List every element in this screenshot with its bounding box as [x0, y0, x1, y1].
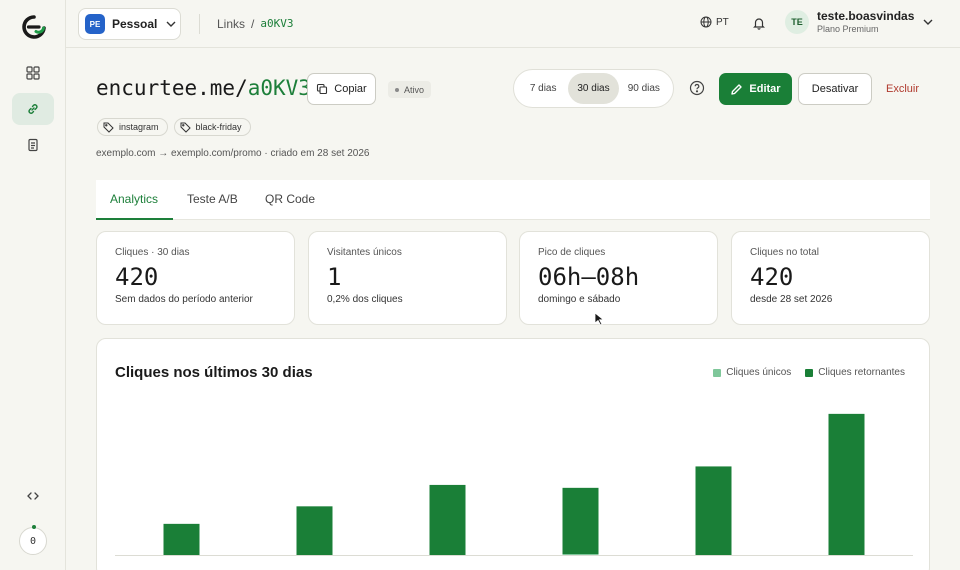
user-menu[interactable]: TE teste.boasvindas Plano Premium	[785, 10, 934, 34]
chevron-down-icon	[166, 21, 176, 27]
breadcrumb-current: a0KV3	[260, 17, 294, 30]
tag-icon	[103, 122, 114, 133]
bar-returning-1[interactable]	[296, 506, 333, 555]
range-option-30-days[interactable]: 30 dias	[568, 73, 619, 104]
sidebar-item-links[interactable]	[12, 93, 54, 125]
bar-returning-0[interactable]	[163, 523, 200, 555]
bar-returning-4[interactable]	[695, 466, 732, 555]
active-tab-indicator	[96, 218, 173, 220]
stat-sub: Sem dados do período anterior	[115, 294, 253, 305]
code-button[interactable]	[12, 480, 54, 512]
workspace-selector[interactable]: PE Pessoal	[78, 8, 181, 40]
mouse-cursor	[594, 312, 606, 331]
bar-unique-3[interactable]	[562, 554, 599, 555]
range-option-7-days[interactable]: 7 dias	[518, 73, 568, 104]
bar-returning-3[interactable]	[562, 487, 599, 555]
stat-label: Cliques no total	[750, 247, 819, 258]
edit-button[interactable]: Editar	[719, 73, 792, 105]
sidebar-item-dashboard[interactable]	[12, 57, 54, 89]
grid-icon	[26, 66, 40, 80]
deactivate-button[interactable]: Desativar	[798, 73, 872, 105]
sidebar-item-documents[interactable]	[12, 129, 54, 161]
copy-icon	[317, 83, 328, 95]
link-meta: exemplo.com → exemplo.com/promo · criado…	[96, 148, 370, 159]
short-link: encurtee.me/a0KV3	[96, 76, 311, 100]
clicks-chart-card: Cliques nos últimos 30 dias Cliques únic…	[96, 338, 930, 570]
bar-returning-5[interactable]	[828, 413, 865, 555]
breadcrumb: Links / a0KV3	[217, 17, 293, 31]
sidebar: 0	[0, 0, 66, 570]
stat-label: Visitantes únicos	[327, 247, 402, 258]
bar-returning-2[interactable]	[429, 484, 466, 555]
tag-black-friday[interactable]: black-friday	[173, 118, 251, 136]
status-dot	[395, 87, 399, 92]
stat-value: 06h–08h	[538, 263, 640, 291]
breadcrumb-links[interactable]: Links	[217, 17, 245, 31]
app-logo[interactable]	[22, 15, 46, 39]
tag-list: instagram black-friday	[97, 118, 251, 136]
range-option-90-days[interactable]: 90 dias	[619, 73, 669, 104]
language-label: PT	[716, 16, 729, 28]
divider	[199, 14, 200, 34]
counter-indicator	[32, 525, 36, 529]
avatar: TE	[785, 10, 809, 34]
date-range-selector: 7 dias 30 dias 90 dias	[513, 69, 674, 108]
tag-instagram[interactable]: instagram	[97, 118, 168, 136]
stat-sub: domingo e sábado	[538, 294, 621, 305]
delete-button[interactable]: Excluir	[886, 83, 919, 95]
status-badge: Ativo	[388, 81, 432, 98]
stat-value: 420	[115, 263, 159, 291]
bar-chart	[115, 413, 913, 556]
copy-button[interactable]: Copiar	[307, 73, 376, 105]
help-button[interactable]	[689, 80, 705, 101]
status-label: Ativo	[404, 84, 425, 95]
language-selector[interactable]: PT	[700, 16, 729, 28]
tab-analytics[interactable]: Analytics	[110, 192, 158, 206]
topbar: PE Pessoal Links / a0KV3 PT TE teste.boa…	[66, 0, 960, 48]
notifications-button[interactable]	[752, 16, 766, 35]
copy-label: Copiar	[334, 83, 367, 95]
counter-value: 0	[29, 535, 37, 547]
stat-card-peak: Pico de cliques 06h–08h domingo e sábado	[519, 231, 718, 325]
pencil-icon	[731, 83, 743, 95]
usage-counter[interactable]: 0	[19, 525, 47, 555]
workspace-avatar: PE	[85, 14, 105, 34]
chevron-down-icon	[923, 19, 933, 25]
stat-sub: 0,2% dos cliques	[327, 294, 403, 305]
stat-label: Pico de cliques	[538, 247, 606, 258]
stat-value: 1	[327, 263, 342, 291]
tag-icon	[180, 122, 191, 133]
tab-qr-code[interactable]: QR Code	[265, 192, 315, 206]
link-icon	[28, 104, 38, 114]
short-link-code: a0KV3	[247, 76, 311, 100]
stat-sub: desde 28 set 2026	[750, 294, 833, 305]
tab-ab-test[interactable]: Teste A/B	[187, 192, 238, 206]
workspace-name: Pessoal	[112, 17, 158, 31]
tag-label: black-friday	[195, 122, 242, 132]
document-icon	[28, 138, 38, 152]
breadcrumb-separator: /	[251, 17, 255, 31]
bell-icon	[753, 18, 765, 30]
stat-label: Cliques · 30 dias	[115, 247, 190, 258]
stat-card-total-clicks: Cliques no total 420 desde 28 set 2026	[731, 231, 930, 325]
edit-label: Editar	[749, 83, 781, 95]
short-link-domain: encurtee.me/	[96, 76, 248, 100]
globe-icon	[700, 16, 712, 28]
stat-card-unique-visitors: Visitantes únicos 1 0,2% dos cliques	[308, 231, 507, 325]
tag-label: instagram	[119, 122, 159, 132]
user-plan: Plano Premium	[817, 24, 879, 34]
stat-card-clicks: Cliques · 30 dias 420 Sem dados do perío…	[96, 231, 295, 325]
code-icon	[27, 492, 39, 500]
help-icon	[689, 80, 705, 96]
tab-bar: Analytics Teste A/B QR Code	[96, 180, 930, 220]
stat-value: 420	[750, 263, 794, 291]
user-name: teste.boasvindas	[817, 9, 915, 23]
